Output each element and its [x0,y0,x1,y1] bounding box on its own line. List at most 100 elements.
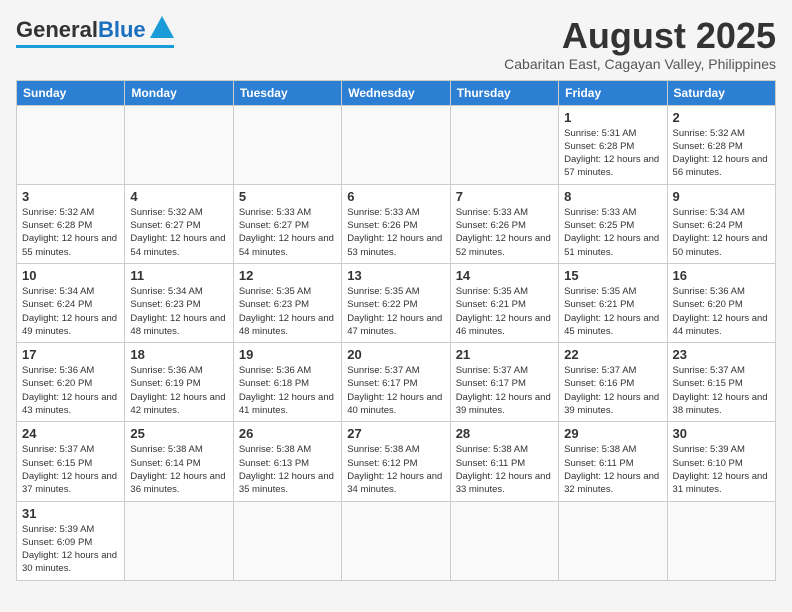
calendar-cell: 7 Sunrise: 5:33 AM Sunset: 6:26 PM Daylig… [450,184,558,263]
calendar-cell: 28 Sunrise: 5:38 AM Sunset: 6:11 PM Dayli… [450,422,558,501]
calendar: SundayMondayTuesdayWednesdayThursdayFrid… [16,80,776,581]
main-title: August 2025 [504,16,776,56]
logo-general: General [16,17,98,42]
cell-info: Sunrise: 5:38 AM Sunset: 6:12 PM Dayligh… [347,443,444,496]
cell-date: 26 [239,426,336,441]
calendar-cell: 27 Sunrise: 5:38 AM Sunset: 6:12 PM Dayli… [342,422,450,501]
cell-info: Sunrise: 5:35 AM Sunset: 6:23 PM Dayligh… [239,285,336,338]
cell-info: Sunrise: 5:37 AM Sunset: 6:16 PM Dayligh… [564,364,661,417]
cell-info: Sunrise: 5:37 AM Sunset: 6:15 PM Dayligh… [673,364,770,417]
cell-date: 7 [456,189,553,204]
calendar-cell [559,501,667,580]
calendar-cell: 24 Sunrise: 5:37 AM Sunset: 6:15 PM Dayli… [17,422,125,501]
cell-info: Sunrise: 5:37 AM Sunset: 6:17 PM Dayligh… [347,364,444,417]
cell-date: 28 [456,426,553,441]
logo-underline [16,45,174,48]
cell-info: Sunrise: 5:33 AM Sunset: 6:26 PM Dayligh… [456,206,553,259]
cell-date: 27 [347,426,444,441]
calendar-cell: 20 Sunrise: 5:37 AM Sunset: 6:17 PM Dayli… [342,343,450,422]
cell-date: 10 [22,268,119,283]
calendar-cell [342,105,450,184]
calendar-cell: 10 Sunrise: 5:34 AM Sunset: 6:24 PM Dayli… [17,263,125,342]
calendar-week-6: 31 Sunrise: 5:39 AM Sunset: 6:09 PM Dayli… [17,501,776,580]
calendar-cell: 4 Sunrise: 5:32 AM Sunset: 6:27 PM Daylig… [125,184,233,263]
cell-date: 23 [673,347,770,362]
cell-date: 25 [130,426,227,441]
calendar-cell: 18Sunrise: 5:36 AM Sunset: 6:19 PM Dayli… [125,343,233,422]
cell-date: 3 [22,189,119,204]
calendar-cell [450,501,558,580]
cell-date: 1 [564,110,661,125]
calendar-cell: 5Sunrise: 5:33 AM Sunset: 6:27 PM Daylig… [233,184,341,263]
calendar-week-4: 17Sunrise: 5:36 AM Sunset: 6:20 PM Dayli… [17,343,776,422]
calendar-cell [667,501,775,580]
logo-area: GeneralBlue [16,16,174,48]
cell-date: 4 [130,189,227,204]
day-header-monday: Monday [125,80,233,105]
cell-date: 30 [673,426,770,441]
cell-info: Sunrise: 5:36 AM Sunset: 6:20 PM Dayligh… [673,285,770,338]
cell-info: Sunrise: 5:32 AM Sunset: 6:28 PM Dayligh… [673,127,770,180]
logo-text: GeneralBlue [16,19,146,41]
cell-date: 20 [347,347,444,362]
cell-info: Sunrise: 5:32 AM Sunset: 6:27 PM Dayligh… [130,206,227,259]
day-header-friday: Friday [559,80,667,105]
calendar-cell: 25 Sunrise: 5:38 AM Sunset: 6:14 PM Dayli… [125,422,233,501]
calendar-cell: 21 Sunrise: 5:37 AM Sunset: 6:17 PM Dayli… [450,343,558,422]
calendar-cell: 11Sunrise: 5:34 AM Sunset: 6:23 PM Dayli… [125,263,233,342]
cell-info: Sunrise: 5:39 AM Sunset: 6:10 PM Dayligh… [673,443,770,496]
day-header-sunday: Sunday [17,80,125,105]
cell-info: Sunrise: 5:37 AM Sunset: 6:17 PM Dayligh… [456,364,553,417]
cell-info: Sunrise: 5:38 AM Sunset: 6:14 PM Dayligh… [130,443,227,496]
cell-info: Sunrise: 5:37 AM Sunset: 6:15 PM Dayligh… [22,443,119,496]
cell-date: 14 [456,268,553,283]
cell-info: Sunrise: 5:34 AM Sunset: 6:24 PM Dayligh… [22,285,119,338]
calendar-cell: 6Sunrise: 5:33 AM Sunset: 6:26 PM Daylig… [342,184,450,263]
cell-info: Sunrise: 5:38 AM Sunset: 6:13 PM Dayligh… [239,443,336,496]
cell-date: 2 [673,110,770,125]
cell-info: Sunrise: 5:35 AM Sunset: 6:21 PM Dayligh… [456,285,553,338]
calendar-cell: 30 Sunrise: 5:39 AM Sunset: 6:10 PM Dayli… [667,422,775,501]
logo-blue: Blue [98,17,146,42]
cell-date: 31 [22,506,119,521]
calendar-cell: 17Sunrise: 5:36 AM Sunset: 6:20 PM Dayli… [17,343,125,422]
calendar-header-row: SundayMondayTuesdayWednesdayThursdayFrid… [17,80,776,105]
cell-info: Sunrise: 5:33 AM Sunset: 6:26 PM Dayligh… [347,206,444,259]
cell-info: Sunrise: 5:36 AM Sunset: 6:18 PM Dayligh… [239,364,336,417]
calendar-cell: 29Sunrise: 5:38 AM Sunset: 6:11 PM Dayli… [559,422,667,501]
calendar-cell: 26 Sunrise: 5:38 AM Sunset: 6:13 PM Dayli… [233,422,341,501]
calendar-week-1: 1 Sunrise: 5:31 AM Sunset: 6:28 PM Daylig… [17,105,776,184]
calendar-week-3: 10 Sunrise: 5:34 AM Sunset: 6:24 PM Dayli… [17,263,776,342]
cell-info: Sunrise: 5:33 AM Sunset: 6:25 PM Dayligh… [564,206,661,259]
cell-date: 17 [22,347,119,362]
cell-date: 9 [673,189,770,204]
calendar-week-5: 24 Sunrise: 5:37 AM Sunset: 6:15 PM Dayli… [17,422,776,501]
cell-date: 22 [564,347,661,362]
cell-info: Sunrise: 5:38 AM Sunset: 6:11 PM Dayligh… [456,443,553,496]
calendar-cell [233,105,341,184]
cell-info: Sunrise: 5:39 AM Sunset: 6:09 PM Dayligh… [22,523,119,576]
cell-date: 24 [22,426,119,441]
cell-date: 21 [456,347,553,362]
cell-date: 15 [564,268,661,283]
calendar-cell: 19Sunrise: 5:36 AM Sunset: 6:18 PM Dayli… [233,343,341,422]
calendar-cell: 9 Sunrise: 5:34 AM Sunset: 6:24 PM Daylig… [667,184,775,263]
cell-info: Sunrise: 5:34 AM Sunset: 6:24 PM Dayligh… [673,206,770,259]
calendar-cell: 16 Sunrise: 5:36 AM Sunset: 6:20 PM Dayli… [667,263,775,342]
cell-info: Sunrise: 5:31 AM Sunset: 6:28 PM Dayligh… [564,127,661,180]
calendar-cell: 15Sunrise: 5:35 AM Sunset: 6:21 PM Dayli… [559,263,667,342]
title-area: August 2025 Cabaritan East, Cagayan Vall… [504,16,776,72]
cell-date: 13 [347,268,444,283]
calendar-cell [17,105,125,184]
calendar-cell [125,501,233,580]
calendar-cell: 22 Sunrise: 5:37 AM Sunset: 6:16 PM Dayli… [559,343,667,422]
calendar-cell [125,105,233,184]
header: GeneralBlue August 2025 Cabaritan East, … [16,16,776,72]
cell-date: 8 [564,189,661,204]
calendar-cell: 3Sunrise: 5:32 AM Sunset: 6:28 PM Daylig… [17,184,125,263]
cell-date: 5 [239,189,336,204]
cell-date: 16 [673,268,770,283]
calendar-cell: 14 Sunrise: 5:35 AM Sunset: 6:21 PM Dayli… [450,263,558,342]
cell-date: 11 [130,268,227,283]
cell-date: 29 [564,426,661,441]
